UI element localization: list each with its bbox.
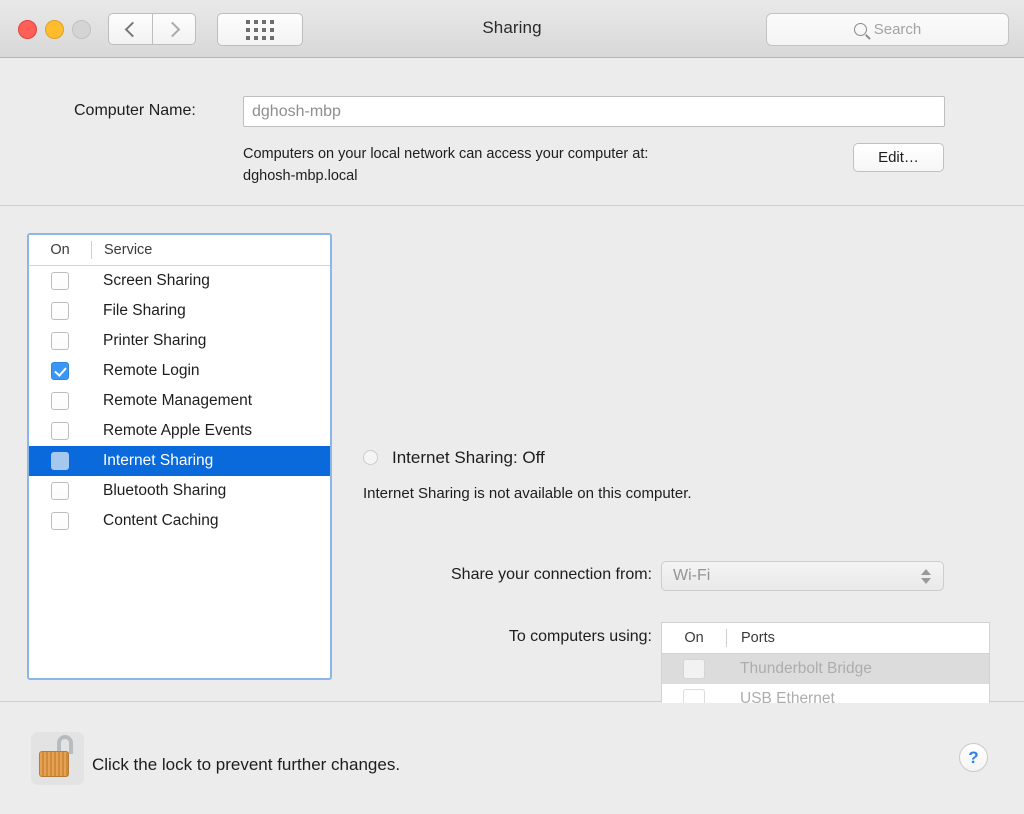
- port-row-thunderbolt-bridge[interactable]: Thunderbolt Bridge: [662, 654, 989, 684]
- service-checkbox-cell[interactable]: [29, 482, 91, 500]
- computer-name-input[interactable]: [243, 96, 945, 127]
- bottom-bar: Click the lock to prevent further change…: [0, 703, 1024, 814]
- port-label: Thunderbolt Bridge: [740, 660, 872, 677]
- service-label: Internet Sharing: [103, 452, 214, 469]
- window-titlebar: Sharing Search: [0, 0, 1024, 58]
- search-placeholder: Search: [873, 21, 922, 38]
- main-content-area: On Service Screen Sharing File Sharing P…: [0, 207, 1024, 814]
- checkbox-icon[interactable]: [51, 332, 69, 350]
- checkbox-icon[interactable]: [51, 512, 69, 530]
- checkbox-icon[interactable]: [51, 392, 69, 410]
- checkbox-icon[interactable]: [51, 452, 69, 470]
- service-checkbox-cell[interactable]: [29, 332, 91, 350]
- computer-name-hint-line1: Computers on your local network can acce…: [243, 146, 649, 162]
- lock-status-text: Click the lock to prevent further change…: [92, 755, 401, 774]
- service-row-remote-management[interactable]: Remote Management: [29, 386, 330, 416]
- service-label: Remote Apple Events: [103, 422, 253, 439]
- service-label: Remote Login: [103, 362, 200, 379]
- service-checkbox-cell[interactable]: [29, 452, 91, 470]
- services-col-service: Service: [104, 242, 153, 258]
- checkbox-icon[interactable]: [51, 302, 69, 320]
- service-row-content-caching[interactable]: Content Caching: [29, 506, 330, 536]
- service-row-internet-sharing[interactable]: Internet Sharing: [29, 446, 330, 476]
- internet-sharing-status-title: Internet Sharing: Off: [392, 448, 545, 467]
- service-checkbox-cell[interactable]: [29, 512, 91, 530]
- computer-name-hint: Computers on your local network can acce…: [243, 143, 843, 187]
- lock-button[interactable]: [31, 732, 84, 785]
- share-connection-from-value: Wi-Fi: [673, 567, 711, 584]
- search-field-inner: Search: [853, 21, 922, 38]
- ports-col-on: On: [684, 630, 704, 646]
- share-connection-from-select[interactable]: Wi-Fi: [661, 561, 944, 591]
- service-row-file-sharing[interactable]: File Sharing: [29, 296, 330, 326]
- service-row-screen-sharing[interactable]: Screen Sharing: [29, 266, 330, 296]
- service-row-remote-apple-events[interactable]: Remote Apple Events: [29, 416, 330, 446]
- service-checkbox-cell[interactable]: [29, 362, 91, 380]
- chevron-updown-icon: [915, 568, 943, 584]
- checkbox-icon[interactable]: [51, 482, 69, 500]
- service-row-remote-login[interactable]: Remote Login: [29, 356, 330, 386]
- search-icon: [853, 23, 867, 36]
- ports-col-ports: Ports: [741, 630, 775, 646]
- checkbox-icon[interactable]: [51, 272, 69, 290]
- service-label: Printer Sharing: [103, 332, 207, 349]
- services-table-header: On Service: [29, 235, 330, 266]
- sharing-preferences-window: Sharing Search Computer Name: Computers …: [0, 0, 1024, 814]
- internet-sharing-toggle-checkbox[interactable]: [363, 450, 378, 465]
- chevron-down-icon: [921, 577, 931, 584]
- ports-table-header: On Ports: [662, 623, 989, 654]
- edit-button[interactable]: Edit…: [853, 143, 944, 172]
- services-table[interactable]: On Service Screen Sharing File Sharing P…: [27, 233, 332, 680]
- service-label: Remote Management: [103, 392, 253, 409]
- checkbox-icon[interactable]: [683, 659, 705, 679]
- service-checkbox-cell[interactable]: [29, 302, 91, 320]
- service-checkbox-cell[interactable]: [29, 422, 91, 440]
- checkbox-checked-icon[interactable]: [51, 362, 69, 380]
- services-col-on: On: [50, 242, 70, 258]
- service-label: Screen Sharing: [103, 272, 210, 289]
- padlock-body-icon: [39, 751, 69, 777]
- share-connection-from-label: Share your connection from:: [451, 566, 652, 583]
- service-label: Content Caching: [103, 512, 219, 529]
- to-computers-using-label: To computers using:: [508, 628, 652, 645]
- computer-name-section: Computer Name: Computers on your local n…: [0, 58, 1024, 206]
- computer-name-label: Computer Name:: [74, 102, 196, 119]
- computer-name-hint-line2: dghosh-mbp.local: [243, 168, 358, 184]
- search-field[interactable]: Search: [766, 13, 1009, 46]
- help-button[interactable]: ?: [959, 743, 988, 772]
- checkbox-icon[interactable]: [51, 422, 69, 440]
- internet-sharing-description: Internet Sharing is not available on thi…: [363, 485, 692, 502]
- chevron-up-icon: [921, 568, 931, 575]
- service-label: Bluetooth Sharing: [103, 482, 227, 499]
- service-row-bluetooth-sharing[interactable]: Bluetooth Sharing: [29, 476, 330, 506]
- service-row-printer-sharing[interactable]: Printer Sharing: [29, 326, 330, 356]
- service-label: File Sharing: [103, 302, 186, 319]
- service-checkbox-cell[interactable]: [29, 272, 91, 290]
- port-checkbox-cell[interactable]: [662, 659, 726, 679]
- service-checkbox-cell[interactable]: [29, 392, 91, 410]
